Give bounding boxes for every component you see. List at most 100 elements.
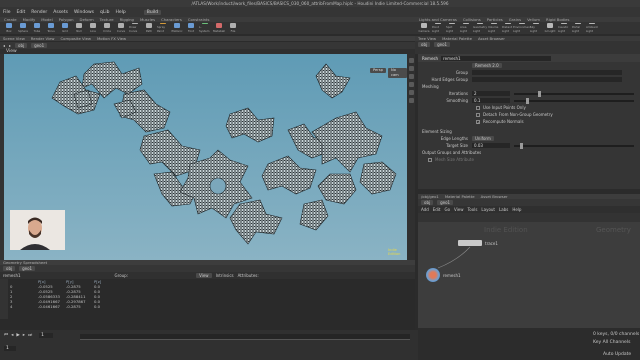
shelf-tool-spray-paint[interactable]: Spray Paint [157, 23, 169, 33]
right-tool-point-light[interactable]: Point Light [432, 23, 444, 33]
menu-windows[interactable]: Windows [74, 10, 94, 15]
spreadsheet-path-obj[interactable]: obj [3, 266, 16, 271]
range-start-field[interactable]: 1 [4, 346, 16, 351]
right-tool-ambient-light[interactable]: Ambient Light [586, 23, 598, 33]
right-tool-portal-light[interactable]: Portal Light [572, 23, 584, 33]
network-menu-view[interactable]: View [454, 207, 464, 212]
shelf-tool-file[interactable]: File [227, 23, 239, 33]
target-size-slider[interactable] [514, 142, 634, 149]
shelf-tool-draw-curve[interactable]: Draw Curve [129, 23, 141, 33]
network-menu-labs[interactable]: Labs [499, 207, 508, 212]
right-tool-caustic-light[interactable]: Caustic Light [558, 23, 570, 33]
shelf-tool-font[interactable]: Font [185, 23, 197, 33]
shelf-tool-line[interactable]: Line [87, 23, 99, 33]
shelf-tool-platonic[interactable]: Platonic [171, 23, 183, 33]
shelf-tool-box[interactable]: Box [3, 23, 15, 33]
menu-help[interactable]: Help [116, 10, 126, 15]
menu-edit[interactable]: Edit [17, 10, 26, 15]
spreadsheet-tab-label[interactable]: Geometry Spreadsheet [3, 260, 47, 265]
network-menu-layout[interactable]: Layout [481, 207, 495, 212]
shelf-tool-torus[interactable]: Torus [45, 23, 57, 33]
next-key-icon[interactable]: ▸ [23, 333, 25, 338]
right-tool-camera[interactable]: Camera [418, 23, 430, 33]
menu-qlib[interactable]: qLib [100, 10, 109, 15]
camera-menu[interactable]: No cam [388, 68, 407, 78]
pane-tab-motion-fx-view[interactable]: Motion FX View [97, 36, 126, 41]
table-row[interactable]: 4 -0.0461667 -0.2875 0.0 [10, 304, 122, 309]
shelf-tool-metaball[interactable]: Metaball [213, 23, 225, 33]
iterations-field[interactable]: 2 [472, 91, 510, 96]
iterations-slider[interactable] [514, 90, 634, 97]
right-tool-sky-light[interactable]: Sky Light [530, 23, 542, 33]
desktop-menu[interactable]: Build [143, 9, 162, 15]
auto-update[interactable]: Auto Update [603, 352, 631, 357]
shading-icon[interactable] [408, 66, 414, 71]
output-section[interactable]: Output Groups and Attributes [418, 149, 640, 156]
points-icon[interactable] [408, 82, 414, 87]
spreadsheet-path-geo[interactable]: geo1 [19, 266, 36, 271]
menu-assets[interactable]: Assets [53, 10, 68, 15]
shelf-tool-sphere[interactable]: Sphere [17, 23, 29, 33]
path-geo[interactable]: geo1 [31, 43, 48, 48]
wireframe-icon[interactable] [408, 74, 414, 79]
normals-icon[interactable] [408, 90, 414, 95]
display-icon[interactable] [408, 58, 414, 63]
shelf-tool-path[interactable]: Path [143, 23, 155, 33]
right-tool-environment-light[interactable]: Environment Light [513, 23, 531, 33]
menu-render[interactable]: Render [31, 10, 47, 15]
forward-icon[interactable]: ▸ [9, 43, 11, 48]
shelf-tool-tube[interactable]: Tube [31, 23, 43, 33]
path-obj[interactable]: obj [15, 43, 28, 48]
meshing-section[interactable]: Meshing [418, 83, 640, 90]
pane-tab-scene-view[interactable]: Scene View [3, 36, 25, 41]
pane-tab-render-view[interactable]: Render View [31, 36, 55, 41]
hard-edges-field[interactable] [472, 77, 622, 82]
sizing-section[interactable]: Element Sizing [418, 128, 640, 135]
params-path-obj[interactable]: obj [418, 42, 431, 47]
detach-from-non-group-geometry-checkbox[interactable] [476, 112, 480, 117]
target-size-field[interactable]: 0.03 [472, 143, 510, 148]
shelf-tool-grid[interactable]: Grid [59, 23, 71, 33]
menu-file[interactable]: File [3, 10, 11, 15]
params-tab-asset-browser[interactable]: Asset Browser [478, 36, 505, 41]
network-view[interactable]: Indie Edition Geometry trace1 remesh1 [418, 222, 640, 328]
network-tab--obj-geo1[interactable]: /obj/geo1 [421, 194, 439, 199]
network-menu-tools[interactable]: Tools [468, 207, 478, 212]
right-tool-gi-light[interactable]: GI Light [544, 23, 556, 33]
network-menu-help[interactable]: Help [512, 207, 521, 212]
first-frame-icon[interactable]: ⏮ [4, 332, 8, 338]
right-tool-geometry-light[interactable]: Geometry Light [473, 23, 487, 33]
shelf-tool-curve[interactable]: Curve [115, 23, 127, 33]
network-path-geo[interactable]: geo1 [437, 200, 454, 205]
asset-version[interactable]: Remesh 2.0 [472, 63, 502, 68]
node-name-field[interactable]: remesh1 [441, 55, 552, 61]
recompute-normals-checkbox[interactable]: ✓ [476, 119, 480, 125]
persp-menu[interactable]: Persp [370, 68, 386, 73]
play-icon[interactable]: ▶ [16, 333, 19, 338]
shelf-tool-l-system[interactable]: L-System [199, 23, 211, 33]
network-tab-asset-browser[interactable]: Asset Browser [481, 194, 508, 199]
back-icon[interactable]: ◂ [3, 43, 5, 48]
params-path-geo[interactable]: geo1 [434, 42, 451, 47]
network-menu-edit[interactable]: Edit [433, 207, 441, 212]
network-menu-add[interactable]: Add [421, 207, 429, 212]
remesh-node-icon[interactable] [426, 268, 440, 282]
view-menu[interactable]: View [196, 273, 212, 278]
smoothing-slider[interactable] [514, 97, 634, 104]
pane-tab-composite-view[interactable]: Composite View [61, 36, 91, 41]
shelf-tool-circle[interactable]: Circle [101, 23, 113, 33]
key-all-channels[interactable]: Key All Channels [593, 340, 630, 345]
network-tab-material-palette[interactable]: Material Palette [445, 194, 475, 199]
frame-field[interactable]: 1 [39, 332, 54, 338]
right-tool-volume-light[interactable]: Volume Light [488, 23, 500, 33]
right-tool-spot-light[interactable]: Spot Light [446, 23, 458, 33]
params-tab-tree-view[interactable]: Tree View [418, 36, 436, 41]
use-input-points-only-checkbox[interactable] [476, 105, 480, 110]
group-param-field[interactable] [472, 70, 622, 75]
params-tab-material-palette[interactable]: Material Palette [442, 36, 472, 41]
ghost-icon[interactable] [408, 98, 414, 103]
network-path-obj[interactable]: obj [421, 200, 434, 205]
last-frame-icon[interactable]: ⏭ [28, 332, 32, 338]
smoothing-field[interactable]: 0.1 [472, 98, 510, 103]
right-tool-area-light[interactable]: Area Light [460, 23, 472, 33]
